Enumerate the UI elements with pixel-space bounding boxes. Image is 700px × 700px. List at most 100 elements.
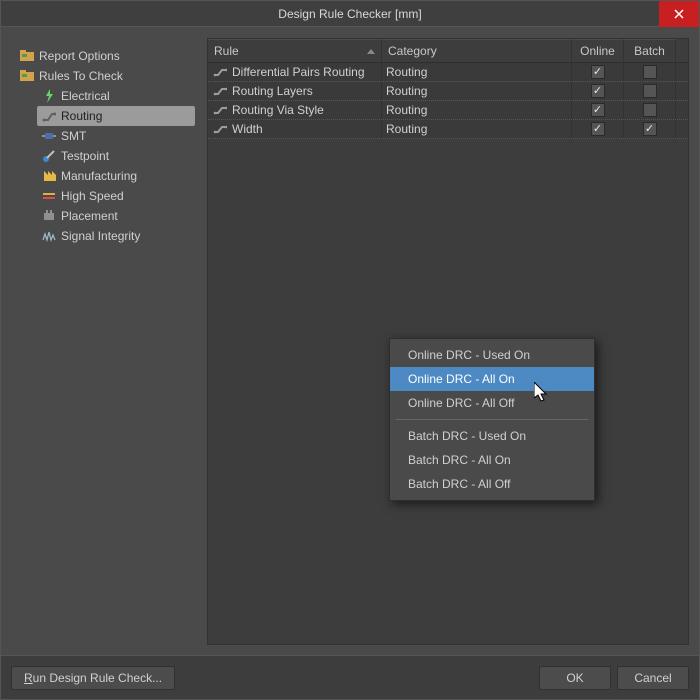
folder-icon bbox=[19, 69, 35, 83]
rule-name: Routing Layers bbox=[232, 84, 313, 98]
table-row[interactable]: Differential Pairs Routing Routing bbox=[208, 63, 688, 82]
cell-category: Routing bbox=[382, 101, 572, 119]
window-title: Design Rule Checker [mm] bbox=[278, 7, 421, 21]
tree-label: Placement bbox=[61, 209, 118, 223]
ok-button[interactable]: OK bbox=[539, 666, 611, 690]
cell-batch bbox=[624, 101, 676, 119]
routing-icon bbox=[212, 66, 228, 78]
column-header-online[interactable]: Online bbox=[572, 39, 624, 62]
menu-item[interactable]: Batch DRC - All On bbox=[390, 448, 594, 472]
button-label: un Design Rule Check... bbox=[33, 671, 162, 685]
rule-name: Routing Via Style bbox=[232, 103, 324, 117]
column-header-batch[interactable]: Batch bbox=[624, 39, 676, 62]
close-button[interactable] bbox=[659, 1, 699, 27]
cell-rule: Routing Layers bbox=[208, 82, 382, 100]
cell-category: Routing bbox=[382, 120, 572, 138]
tree-label: SMT bbox=[61, 129, 86, 143]
tree-label: Electrical bbox=[61, 89, 110, 103]
tree-label: Report Options bbox=[39, 49, 120, 63]
column-label: Category bbox=[388, 44, 437, 58]
category-name: Routing bbox=[386, 65, 427, 79]
tree-item-report-options[interactable]: Report Options bbox=[15, 46, 195, 66]
online-checkbox[interactable] bbox=[591, 122, 605, 136]
online-checkbox[interactable] bbox=[591, 65, 605, 79]
cell-category: Routing bbox=[382, 82, 572, 100]
tree-label: Routing bbox=[61, 109, 102, 123]
table-row[interactable]: Width Routing bbox=[208, 120, 688, 139]
tree-label: Rules To Check bbox=[39, 69, 123, 83]
cell-online bbox=[572, 63, 624, 81]
cell-online bbox=[572, 101, 624, 119]
signal-integrity-icon bbox=[41, 229, 57, 243]
column-label: Rule bbox=[214, 44, 239, 58]
cell-online bbox=[572, 82, 624, 100]
tree-item-electrical[interactable]: Electrical bbox=[37, 86, 195, 106]
tree-item-testpoint[interactable]: Testpoint bbox=[37, 146, 195, 166]
testpoint-icon bbox=[41, 149, 57, 163]
nav-tree: Report Options Rules To Check Electrical bbox=[11, 38, 199, 645]
column-label: Batch bbox=[634, 44, 665, 58]
run-drc-button[interactable]: Run Design Rule Check... bbox=[11, 666, 175, 690]
cancel-button[interactable]: Cancel bbox=[617, 666, 689, 690]
dialog-footer: Run Design Rule Check... OK Cancel bbox=[1, 655, 699, 699]
cell-batch bbox=[624, 82, 676, 100]
drc-dialog: Design Rule Checker [mm] Report Options … bbox=[0, 0, 700, 700]
sort-asc-icon bbox=[367, 49, 375, 54]
batch-checkbox[interactable] bbox=[643, 65, 657, 79]
tree-item-placement[interactable]: Placement bbox=[37, 206, 195, 226]
batch-checkbox[interactable] bbox=[643, 122, 657, 136]
batch-checkbox[interactable] bbox=[643, 103, 657, 117]
tree-item-signal-integrity[interactable]: Signal Integrity bbox=[37, 226, 195, 246]
manufacturing-icon bbox=[41, 169, 57, 183]
tree-label: High Speed bbox=[61, 189, 124, 203]
table-row[interactable]: Routing Via Style Routing bbox=[208, 101, 688, 120]
category-name: Routing bbox=[386, 84, 427, 98]
close-icon bbox=[674, 9, 684, 19]
grid-body: Differential Pairs RoutingRoutingRouting… bbox=[208, 63, 688, 139]
tree-item-manufacturing[interactable]: Manufacturing bbox=[37, 166, 195, 186]
routing-icon bbox=[212, 104, 228, 116]
placement-icon bbox=[41, 209, 57, 223]
button-label: OK bbox=[566, 671, 583, 685]
column-header-rule[interactable]: Rule bbox=[208, 39, 382, 62]
tree-label: Signal Integrity bbox=[61, 229, 140, 243]
cell-batch bbox=[624, 120, 676, 138]
cell-rule: Routing Via Style bbox=[208, 101, 382, 119]
highspeed-icon bbox=[41, 189, 57, 203]
tree-label: Testpoint bbox=[61, 149, 109, 163]
menu-separator bbox=[396, 419, 588, 420]
grid-header: Rule Category Online Batch bbox=[208, 39, 688, 63]
category-name: Routing bbox=[386, 103, 427, 117]
button-mnemonic: R bbox=[24, 671, 33, 685]
title-bar: Design Rule Checker [mm] bbox=[1, 1, 699, 27]
menu-item[interactable]: Online DRC - All Off bbox=[390, 391, 594, 415]
folder-icon bbox=[19, 49, 35, 63]
tree-item-highspeed[interactable]: High Speed bbox=[37, 186, 195, 206]
tree-item-routing[interactable]: Routing bbox=[37, 106, 195, 126]
tree-label: Manufacturing bbox=[61, 169, 137, 183]
table-row[interactable]: Routing Layers Routing bbox=[208, 82, 688, 101]
menu-item[interactable]: Online DRC - All On bbox=[390, 367, 594, 391]
tree-item-rules-to-check[interactable]: Rules To Check bbox=[15, 66, 195, 86]
batch-checkbox[interactable] bbox=[643, 84, 657, 98]
button-label: Cancel bbox=[634, 671, 671, 685]
routing-icon bbox=[41, 109, 57, 123]
category-name: Routing bbox=[386, 122, 427, 136]
menu-item[interactable]: Batch DRC - Used On bbox=[390, 424, 594, 448]
rule-name: Width bbox=[232, 122, 263, 136]
cell-online bbox=[572, 120, 624, 138]
tree-item-smt[interactable]: SMT bbox=[37, 126, 195, 146]
column-header-category[interactable]: Category bbox=[382, 39, 572, 62]
cell-rule: Width bbox=[208, 120, 382, 138]
online-checkbox[interactable] bbox=[591, 84, 605, 98]
online-checkbox[interactable] bbox=[591, 103, 605, 117]
routing-icon bbox=[212, 85, 228, 97]
menu-item[interactable]: Batch DRC - All Off bbox=[390, 472, 594, 496]
electrical-icon bbox=[41, 89, 57, 103]
context-menu[interactable]: Online DRC - Used OnOnline DRC - All OnO… bbox=[389, 338, 595, 501]
cell-batch bbox=[624, 63, 676, 81]
smt-icon bbox=[41, 129, 57, 143]
rule-name: Differential Pairs Routing bbox=[232, 65, 365, 79]
menu-item[interactable]: Online DRC - Used On bbox=[390, 343, 594, 367]
routing-icon bbox=[212, 123, 228, 135]
